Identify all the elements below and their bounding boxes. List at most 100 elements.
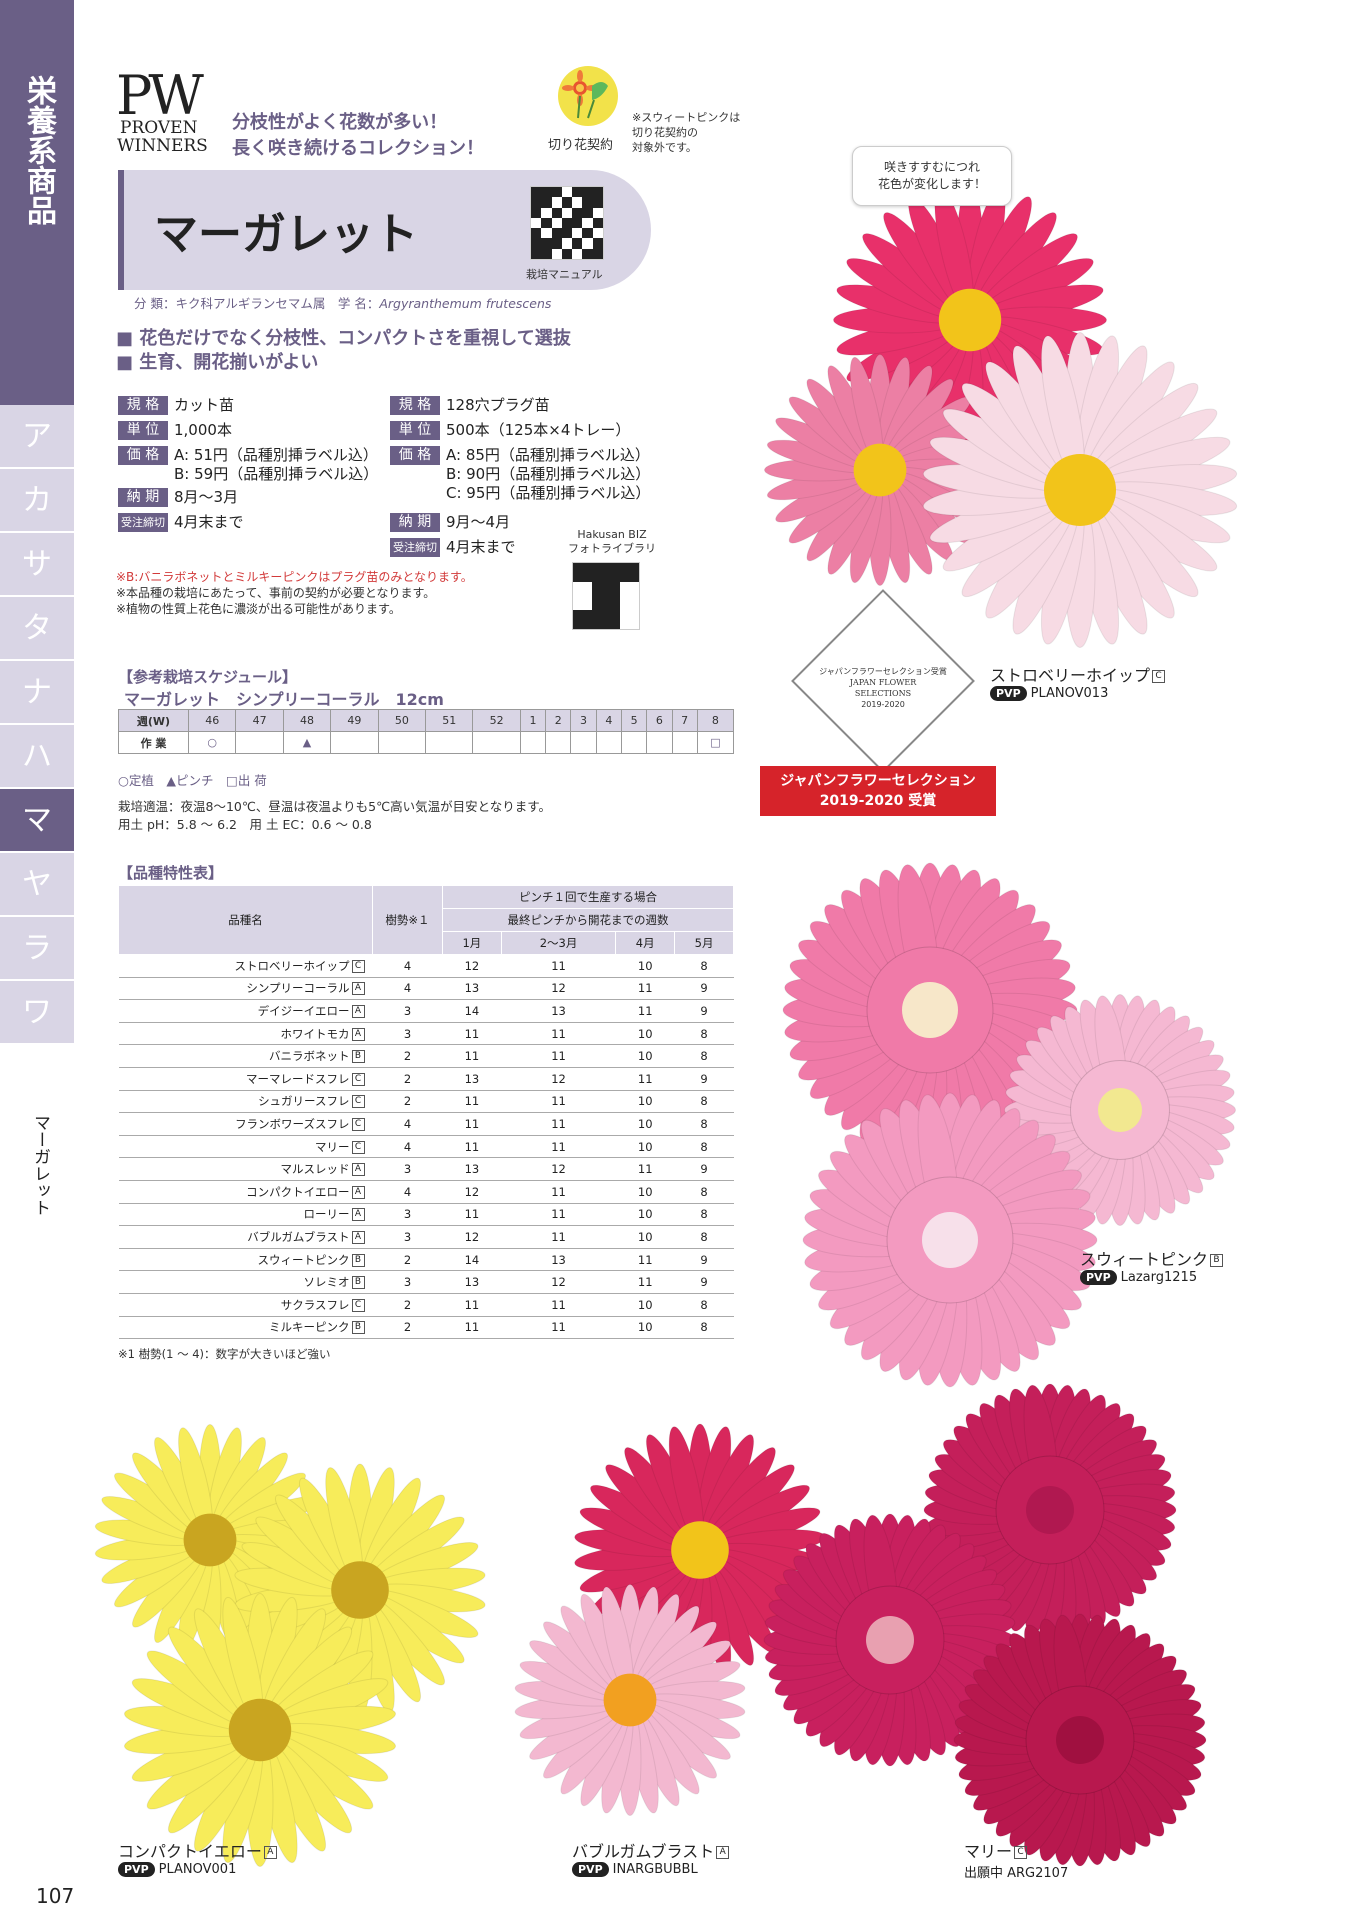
qr-code-photo-library[interactable]	[572, 562, 640, 630]
vigor-cell: 2	[372, 1067, 443, 1091]
weeks-cell: 13	[501, 999, 616, 1023]
variety-table-title: 【品種特性表】	[118, 864, 224, 882]
weeks-cell: 10	[615, 1090, 675, 1114]
variety-name-cell: ソレミオ B	[118, 1270, 373, 1294]
kana-tab-10[interactable]: ワ	[0, 981, 74, 1045]
spec-row: 納 期 9月〜4月	[390, 513, 510, 532]
variety-name-cell: マーマレードスフレ C	[118, 1067, 373, 1091]
variety-name: バニラボネット	[269, 1049, 350, 1064]
work-cell	[620, 731, 648, 754]
vigor-cell: 2	[372, 1090, 443, 1114]
weeks-cell: 11	[615, 999, 675, 1023]
kana-tab-3[interactable]: サ	[0, 533, 74, 597]
variety-name-cell: バブルガムブラスト A	[118, 1225, 373, 1249]
weeks-cell: 12	[442, 1180, 502, 1204]
col-group1: ピンチ１回で生産する場合	[442, 885, 734, 909]
grade-badge: A	[351, 1230, 365, 1244]
photo-caption: スウィートピンク B PVP Lazarg1215	[1080, 1246, 1224, 1285]
weeks-cell: 8	[674, 1316, 734, 1340]
weeks-cell: 11	[442, 1135, 502, 1159]
weeks-cell: 11	[501, 1316, 616, 1340]
variety-name: シンプリーコーラル	[246, 981, 350, 996]
page-title: マーガレット	[154, 209, 418, 260]
table-row: フランボワーズスフレ C 4 11 11 10 8	[118, 1112, 734, 1136]
caption-grade-badge: B	[1210, 1254, 1224, 1267]
kana-tab-1[interactable]: ア	[0, 405, 74, 469]
kana-tab-5[interactable]: ナ	[0, 661, 74, 725]
work-label: 作 業	[118, 731, 189, 754]
table-row: バブルガムブラスト A 3 12 11 10 8	[118, 1225, 734, 1249]
kana-tab-2[interactable]: カ	[0, 469, 74, 533]
variety-name: ミルキーピンク	[269, 1320, 350, 1335]
weeks-cell: 14	[442, 1248, 502, 1272]
award-line1: ジャパンフラワーセレクション	[780, 773, 976, 789]
pvp-badge: PVP	[1080, 1270, 1117, 1285]
caption-variety-name: ストロベリーホイップ	[990, 666, 1151, 685]
schedule-soil: 用土 pH：5.8 〜 6.2 用 土 EC：0.6 〜 0.8	[118, 817, 372, 832]
kana-tab-8[interactable]: ヤ	[0, 853, 74, 917]
work-cell: ▲	[282, 731, 332, 754]
work-cell	[472, 731, 521, 754]
week-cell: 51	[425, 709, 474, 732]
qr-code-manual[interactable]	[530, 186, 604, 260]
spec-value: カット苗	[174, 396, 235, 414]
variety-table: 品種名 樹勢※１ ピンチ１回で生産する場合 最終ピンチから開花までの週数 1月 2…	[118, 885, 734, 1340]
weeks-cell: 8	[674, 1022, 734, 1046]
pvp-badge: PVP	[990, 686, 1027, 701]
weeks-cell: 11	[615, 1067, 675, 1091]
weeks-cell: 13	[442, 1270, 502, 1294]
spec-value: 9月〜4月	[446, 513, 511, 531]
schedule-title: 【参考栽培スケジュール】	[118, 668, 297, 686]
variety-name: シュガリースフレ	[258, 1094, 350, 1109]
spec-label: 規 格	[118, 396, 168, 415]
vigor-cell: 2	[372, 1044, 443, 1068]
schedule-table: 週(W) 46 47 48 49 50 51 52 1 2 3 4 5 6 7 8 作 業 ○ ▲ □	[118, 709, 735, 754]
weeks-cell: 12	[442, 1225, 502, 1249]
vigor-cell: 3	[372, 1157, 443, 1181]
week-cell: 49	[330, 709, 379, 732]
vigor-cell: 2	[372, 1293, 443, 1317]
cutflower-note: ※スウィートピンクは 切り花契約の 対象外です。	[632, 111, 741, 154]
note-red: ※B:バニラボネットとミルキーピンクはプラグ苗のみとなります。	[116, 570, 473, 584]
variety-name: サクラスフレ	[280, 1297, 350, 1312]
kana-tab-4[interactable]: タ	[0, 597, 74, 661]
grade-badge: C	[351, 1072, 365, 1086]
kana-tab-7[interactable]: マ	[0, 789, 74, 853]
pw-logo-proven: PROVEN	[120, 118, 198, 138]
photo-caption: バブルガムブラスト A PVP INARGBUBBL	[572, 1838, 730, 1877]
variety-name-cell: シュガリースフレ C	[118, 1090, 373, 1114]
kana-tab-9[interactable]: ラ	[0, 917, 74, 981]
grade-badge: A	[351, 1004, 365, 1018]
weeks-cell: 11	[615, 1248, 675, 1272]
week-label: 週(W)	[118, 709, 189, 732]
variety-name: マーマレードスフレ	[246, 1071, 350, 1086]
col-month: 5月	[674, 931, 734, 955]
scientific-name: Argyranthemum frutescens	[379, 296, 552, 311]
variety-name-cell: バニラボネット B	[118, 1044, 373, 1068]
weeks-cell: 10	[615, 1022, 675, 1046]
work-cell	[595, 731, 622, 754]
weeks-cell: 11	[615, 977, 675, 1001]
tagline-2: 長く咲き続けるコレクション！	[232, 138, 484, 159]
caption-variety-name: スウィートピンク	[1080, 1250, 1209, 1269]
sidebar-category-label: 栄養系商品	[21, 75, 56, 225]
photo-caption: ストロベリーホイップ C PVP PLANOV013	[990, 662, 1166, 701]
grade-badge: A	[351, 1208, 365, 1222]
variety-name-cell: サクラスフレ C	[118, 1293, 373, 1317]
kana-tab-6[interactable]: ハ	[0, 725, 74, 789]
vigor-cell: 4	[372, 977, 443, 1001]
table-row: マーマレードスフレ C 2 13 12 11 9	[118, 1067, 734, 1091]
vigor-cell: 4	[372, 1135, 443, 1159]
weeks-cell: 9	[674, 1270, 734, 1294]
variety-name: デイジーイエロー	[257, 1003, 350, 1018]
weeks-cell: 9	[674, 999, 734, 1023]
spec-label: 価 格	[390, 446, 440, 465]
spec-label: 規 格	[390, 396, 440, 415]
weeks-cell: 8	[674, 1225, 734, 1249]
award-seal-title: ジャパンフラワーセレクション受賞	[819, 667, 947, 676]
schedule-work-row: 作 業 ○ ▲ □	[118, 731, 735, 754]
week-cell: 4	[595, 709, 622, 732]
variety-name: ローリー	[303, 1207, 350, 1222]
title-band: マーガレット 栽培マニュアル	[118, 170, 651, 290]
weeks-cell: 10	[615, 1203, 675, 1227]
